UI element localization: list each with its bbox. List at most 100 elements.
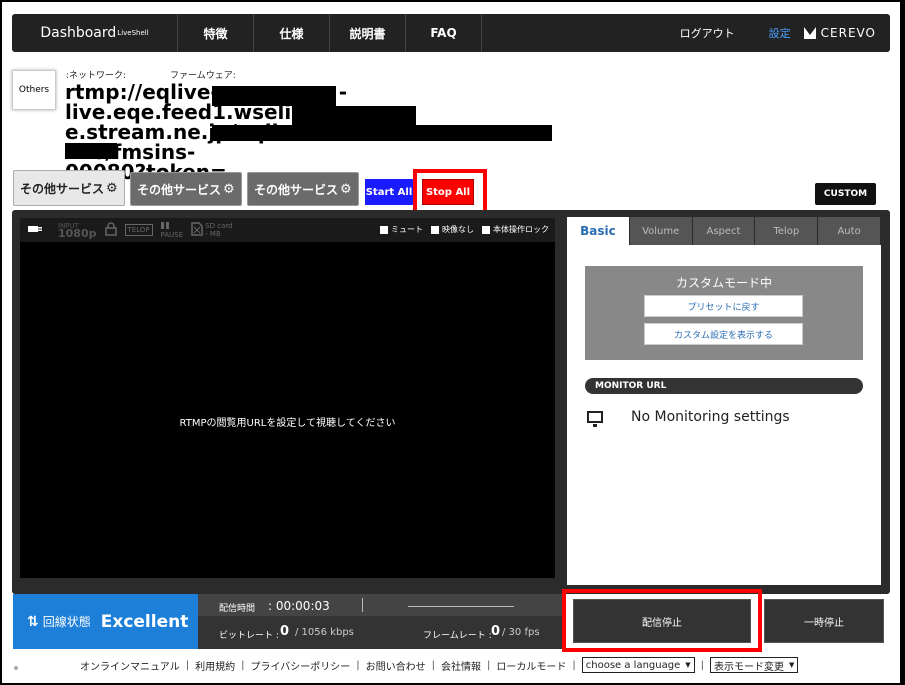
display-mode-select[interactable]: 表示モード変更 ▼ <box>710 657 799 673</box>
settings-link[interactable]: 設定 <box>769 25 791 41</box>
cerevo-logo: CEREVO <box>803 26 876 40</box>
plug-icon <box>28 224 44 237</box>
service-logo-others: Others <box>12 70 56 110</box>
app-frame: Dashboard LiveShell 特徴 仕様 説明書 FAQ ログアウト 設… <box>2 2 900 683</box>
dashboard-brand[interactable]: Dashboard LiveShell <box>12 14 178 52</box>
checkbox-box <box>482 225 490 234</box>
device-lock-checkbox[interactable]: 本体操作ロック <box>482 224 549 235</box>
pause-label: PAUSE <box>160 230 184 239</box>
mute-label: ミュート <box>391 225 423 234</box>
input-resolution: 1080p <box>58 226 97 240</box>
tab-telop[interactable]: Telop <box>755 217 818 245</box>
nav-item-features[interactable]: 特徴 <box>178 14 254 52</box>
tab-auto[interactable]: Auto <box>818 217 880 245</box>
settings-tabs: Basic Volume Aspect Telop Auto <box>567 217 881 245</box>
redaction-bar-1 <box>212 86 336 106</box>
reset-preset-button[interactable]: プリセットに戻す <box>644 295 803 317</box>
service-tab-2[interactable]: その他サービス ⚙ <box>130 172 242 206</box>
sd-card-label: SD card <box>205 222 233 230</box>
input-indicator: INPUT 1080p <box>58 222 97 239</box>
no-video-checkbox[interactable]: 映像なし <box>431 224 474 235</box>
monitor-url-header: MONITOR URL <box>585 378 863 394</box>
brand-sup: LiveShell <box>117 29 149 37</box>
sd-card-status: SD card - MB <box>205 222 232 238</box>
stop-all-button[interactable]: Stop All <box>422 179 474 205</box>
checkbox-box <box>380 225 388 234</box>
video-options: ミュート 映像なし 本体操作ロック <box>380 224 549 235</box>
bitrate-label: ビットレート : <box>219 631 279 641</box>
logo-text: CEREVO <box>820 26 876 40</box>
nav-item-specs[interactable]: 仕様 <box>254 14 330 52</box>
footer-separator: | <box>700 659 705 671</box>
video-preview: RTMPの閲覧用URLを設定して視聴してください <box>20 242 555 578</box>
footer-dot <box>14 666 18 670</box>
custom-badge: CUSTOM <box>815 183 876 205</box>
bitrate-value: 0 <box>280 624 290 639</box>
redaction-bar-4 <box>65 143 117 159</box>
pause-indicator: PAUSE <box>160 221 184 239</box>
footer-links: オンラインマニュアル | 利用規約 | プライバシーポリシー | お問い合わせ | 会社… <box>80 655 799 675</box>
pause-icon-bar <box>165 221 169 229</box>
language-select[interactable]: choose a language ▼ <box>581 657 695 673</box>
monitor-status-text: No Monitoring settings <box>631 409 790 425</box>
service-tab-label: その他サービス <box>20 181 105 196</box>
show-custom-settings-button[interactable]: カスタム設定を表示する <box>644 323 803 345</box>
custom-mode-title: カスタムモード中 <box>675 276 772 290</box>
dropdown-caret-icon: ▼ <box>789 661 795 669</box>
top-nav: Dashboard LiveShell 特徴 仕様 説明書 FAQ ログアウト 設… <box>12 14 890 52</box>
tab-basic[interactable]: Basic <box>567 217 629 245</box>
sd-card-value: - MB <box>205 230 221 238</box>
framerate-label: フレームレート : <box>423 631 492 641</box>
nav-item-manual[interactable]: 説明書 <box>330 14 406 52</box>
service-tab-3[interactable]: その他サービス ⚙ <box>247 172 359 206</box>
footer-separator: | <box>431 659 436 671</box>
start-all-button[interactable]: Start All <box>365 179 413 205</box>
stream-stats: 配信時間 : 00:00:03 ビットレート : 0 / 1056 kbps フ… <box>198 594 562 649</box>
updown-arrows-icon: ⇅ <box>27 613 39 630</box>
footer-separator: | <box>572 659 576 671</box>
device-status-strip: INPUT 1080p TELOP PAUSE SD card - MB ミュート … <box>20 218 555 242</box>
sd-card-icon <box>191 222 203 238</box>
stop-stream-button[interactable]: 配信停止 <box>573 599 751 643</box>
brand-text: Dashboard <box>40 25 117 41</box>
service-tab-label: その他サービス <box>137 182 222 197</box>
footer-separator: | <box>241 659 245 671</box>
language-select-value: choose a language <box>585 659 681 671</box>
line-status-value: Excellent <box>100 611 189 632</box>
stream-time-value: : 00:00:03 <box>268 599 330 613</box>
line-status-panel: ⇅ 回線状態 Excellent <box>13 594 198 649</box>
stats-divider <box>362 598 363 612</box>
line-status-label: 回線状態 <box>42 615 91 629</box>
service-tab-1[interactable]: その他サービス ⚙ <box>13 170 125 206</box>
custom-mode-box: カスタムモード中 プリセットに戻す カスタム設定を表示する <box>585 266 863 360</box>
tab-volume[interactable]: Volume <box>629 217 692 245</box>
dropdown-caret-icon: ▼ <box>685 661 691 669</box>
footer-link-terms[interactable]: 利用規約 <box>195 658 235 673</box>
logout-link[interactable]: ログアウト <box>680 25 735 41</box>
redaction-bar-2 <box>292 106 416 126</box>
monitor-icon <box>587 411 603 427</box>
footer-link-contact[interactable]: お問い合わせ <box>366 658 426 673</box>
display-mode-value: 表示モード変更 <box>714 661 785 673</box>
video-message: RTMPの閲覧用URLを設定して視聴してください <box>179 418 396 429</box>
tab-aspect[interactable]: Aspect <box>692 217 755 245</box>
framerate-unit: / 30 fps <box>502 627 540 638</box>
gear-icon: ⚙ <box>106 180 118 196</box>
footer-link-privacy[interactable]: プライバシーポリシー <box>250 658 350 673</box>
stats-line <box>408 606 514 607</box>
settings-body: カスタムモード中 プリセットに戻す カスタム設定を表示する MONITOR UR… <box>567 245 881 585</box>
footer-link-local-mode[interactable]: ローカルモード <box>496 658 566 673</box>
redaction-bar-3 <box>212 125 552 141</box>
service-tab-label: その他サービス <box>254 182 339 197</box>
nav-item-faq[interactable]: FAQ <box>406 14 482 52</box>
pause-button[interactable]: 一時停止 <box>764 599 884 643</box>
framerate-value: 0 <box>491 624 501 639</box>
stats-lower-row: ビットレート : 0 / 1056 kbps フレームレート : 0 / 30 … <box>198 616 562 649</box>
footer-link-manual[interactable]: オンラインマニュアル <box>80 658 180 673</box>
telop-indicator: TELOP <box>124 224 153 236</box>
mute-checkbox[interactable]: ミュート <box>380 224 423 235</box>
footer-link-company[interactable]: 会社情報 <box>441 658 481 673</box>
device-lock-label: 本体操作ロック <box>493 225 549 234</box>
lock-icon <box>104 222 117 238</box>
no-video-label: 映像なし <box>442 225 474 234</box>
